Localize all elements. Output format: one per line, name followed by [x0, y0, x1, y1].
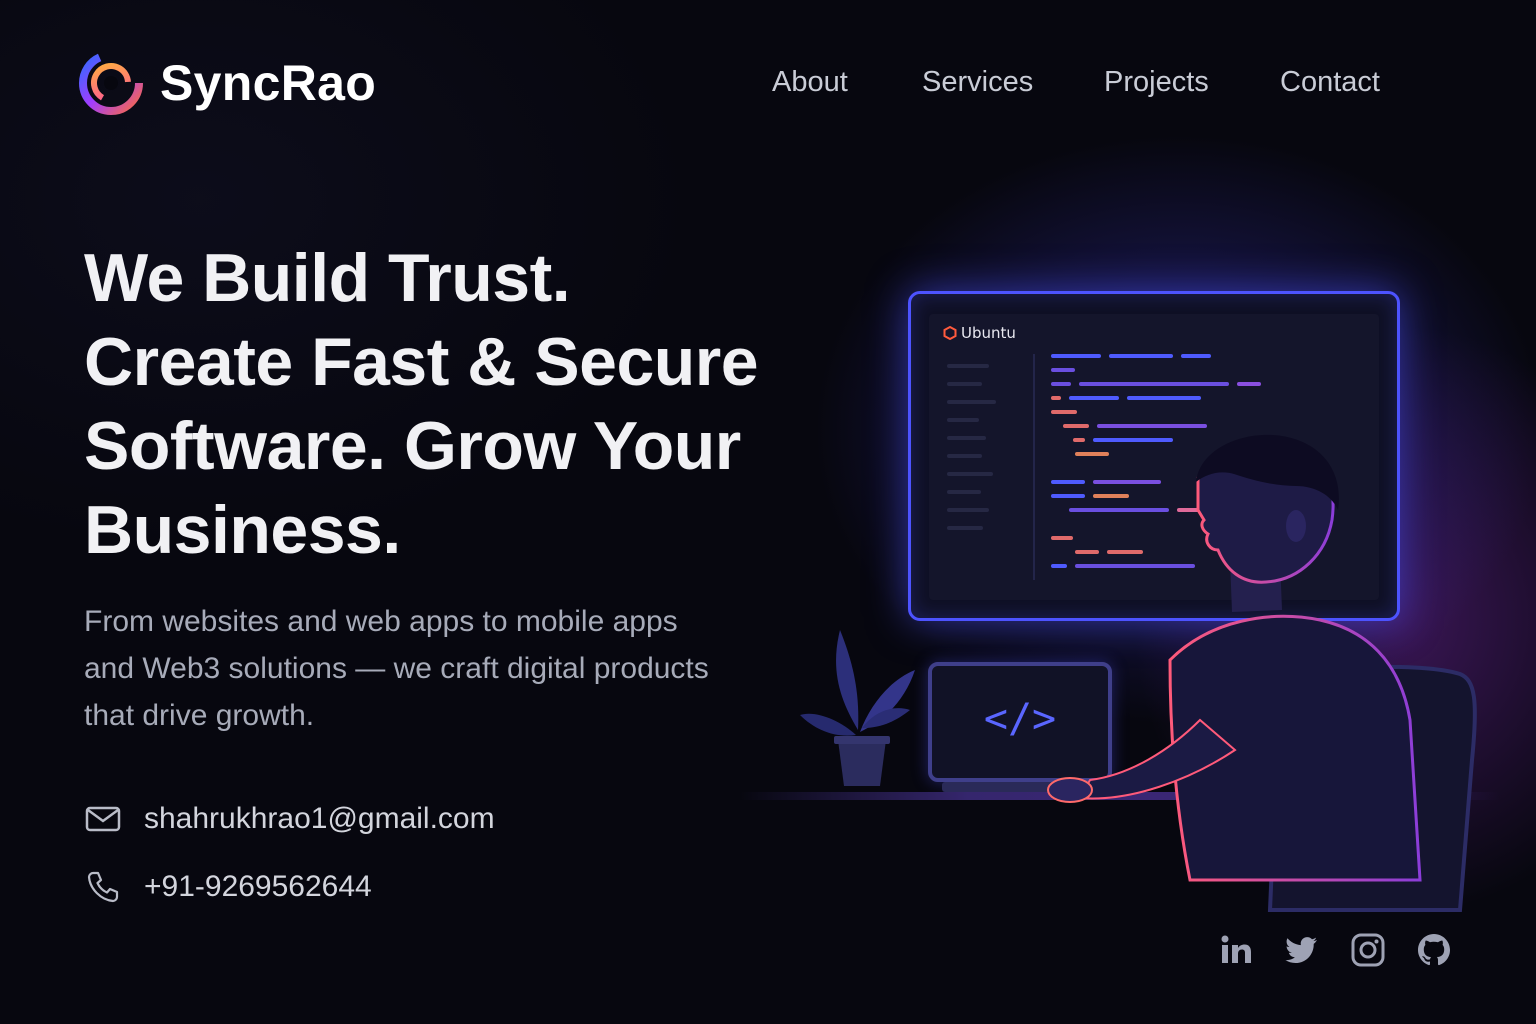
swirl-logo-icon [79, 51, 143, 115]
nav-projects[interactable]: Projects [1104, 66, 1280, 99]
brand[interactable]: SyncRao [78, 50, 376, 116]
mail-icon [85, 806, 121, 832]
hero-headline: We Build Trust. Create Fast & Secure Sof… [84, 236, 804, 572]
instagram-icon[interactable] [1350, 932, 1386, 968]
ubuntu-label: Ubuntu [943, 324, 1016, 342]
twitter-icon[interactable] [1284, 932, 1320, 968]
headline-line: Software. Grow Your [84, 408, 741, 484]
nav-services[interactable]: Services [922, 66, 1104, 99]
subcopy-line: that drive growth. [84, 699, 315, 732]
subcopy-line: and Web3 solutions — we craft digital pr… [84, 652, 709, 685]
phone-icon [87, 871, 119, 903]
github-icon[interactable] [1416, 932, 1452, 968]
hero-subcopy: From websites and web apps to mobile app… [84, 598, 784, 739]
headline-line: Create Fast & Secure [84, 324, 759, 400]
nav-about[interactable]: About [772, 66, 922, 99]
hero-illustration: Ubuntu </> [720, 200, 1536, 960]
developer-illustration [1047, 434, 1477, 912]
ubuntu-text: Ubuntu [961, 324, 1016, 342]
main-nav: About Services Projects Contact [772, 66, 1380, 99]
social-links [1218, 932, 1452, 968]
contact-email[interactable]: shahrukhrao1@gmail.com [84, 800, 495, 838]
brand-name: SyncRao [160, 55, 377, 111]
nav-contact[interactable]: Contact [1280, 66, 1380, 99]
email-address: shahrukhrao1@gmail.com [144, 802, 495, 835]
contact-phone[interactable]: +91-9269562644 [84, 868, 372, 906]
headline-line: Business. [84, 492, 401, 568]
headline-line: We Build Trust. [84, 240, 571, 316]
phone-number: +91-9269562644 [144, 870, 372, 903]
ubuntu-icon [943, 326, 957, 340]
linkedin-icon[interactable] [1218, 932, 1254, 968]
plant-illustration [800, 630, 915, 786]
subcopy-line: From websites and web apps to mobile app… [84, 605, 678, 638]
editor-sidebar [947, 364, 1017, 544]
